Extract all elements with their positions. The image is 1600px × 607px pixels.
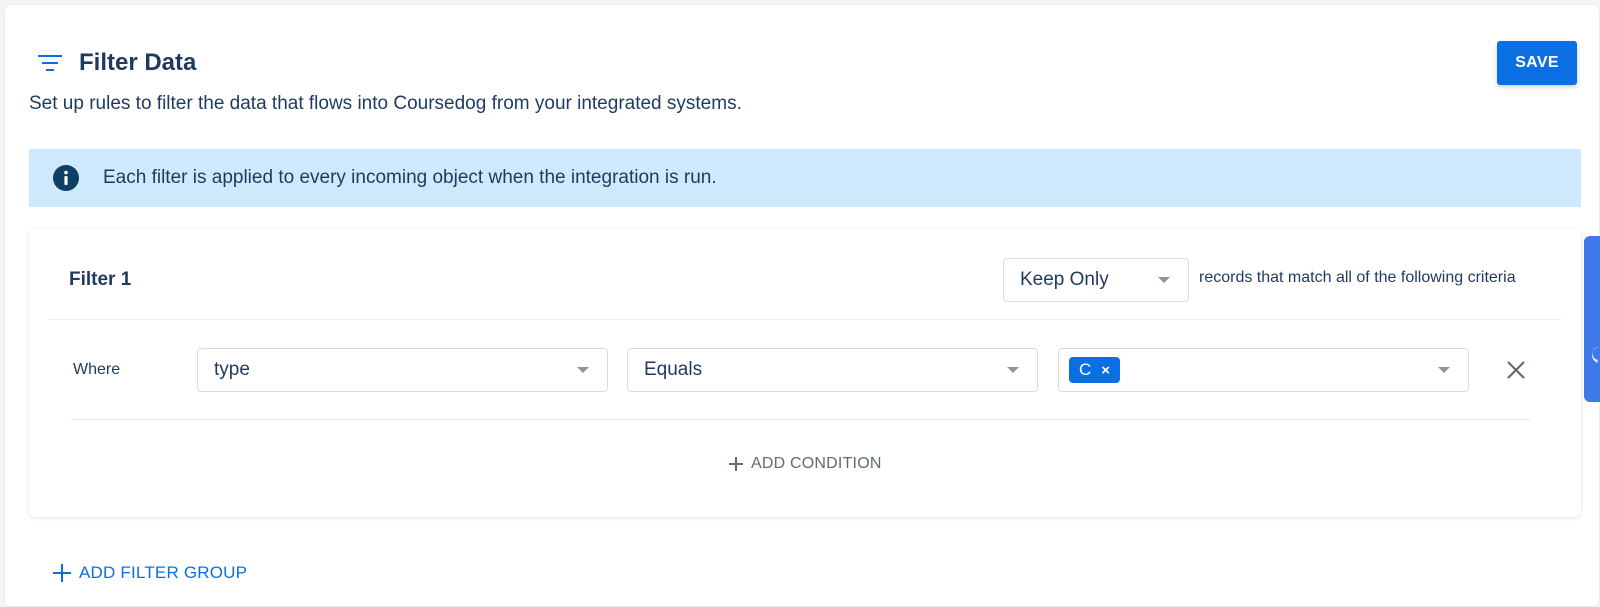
value-chip-label: C [1079,360,1092,379]
chat-bubble-icon [1592,346,1600,363]
condition-field-value: type [214,359,250,380]
feedback-side-tab[interactable] [1584,236,1600,402]
filter-group-title: Filter 1 [69,269,132,290]
info-circle-icon [53,165,79,191]
chip-remove-icon[interactable]: × [1101,362,1110,379]
add-condition-label: ADD CONDITION [751,455,882,472]
condition-field-select[interactable]: type [197,348,608,392]
page-title: Filter Data [79,49,197,76]
filter-group-card: Filter 1 Keep Only records that match al… [29,229,1581,517]
divider [49,319,1561,320]
info-banner: Each filter is applied to every incoming… [29,149,1581,207]
criteria-text: records that match all of the following … [1199,269,1516,286]
add-filter-group-label: ADD FILTER GROUP [79,563,248,582]
close-icon[interactable] [1503,357,1529,383]
condition-prefix: Where [73,361,121,378]
info-text: Each filter is applied to every incoming… [103,167,717,188]
filter-mode-value: Keep Only [1020,269,1109,290]
add-filter-group-button[interactable]: ADD FILTER GROUP [53,563,247,583]
caret-down-icon [577,367,589,373]
caret-down-icon [1438,367,1450,373]
condition-operator-select[interactable]: Equals [627,348,1038,392]
page-subtitle: Set up rules to filter the data that flo… [29,93,742,114]
condition-operator-value: Equals [644,359,703,380]
filter-mode-select[interactable]: Keep Only [1003,258,1189,302]
plus-icon [729,457,743,471]
caret-down-icon [1007,367,1019,373]
condition-value-multiselect[interactable]: C × [1058,348,1469,392]
filter-data-page: Filter Data SAVE Set up rules to filter … [4,4,1600,607]
divider [71,419,1531,420]
add-condition-button[interactable]: ADD CONDITION [729,455,882,473]
page-header: Filter Data [37,49,196,77]
plus-icon [53,564,71,582]
filter-lines-icon [37,52,63,74]
caret-down-icon [1158,277,1170,283]
value-chip[interactable]: C × [1069,357,1121,383]
save-button[interactable]: SAVE [1497,41,1577,85]
